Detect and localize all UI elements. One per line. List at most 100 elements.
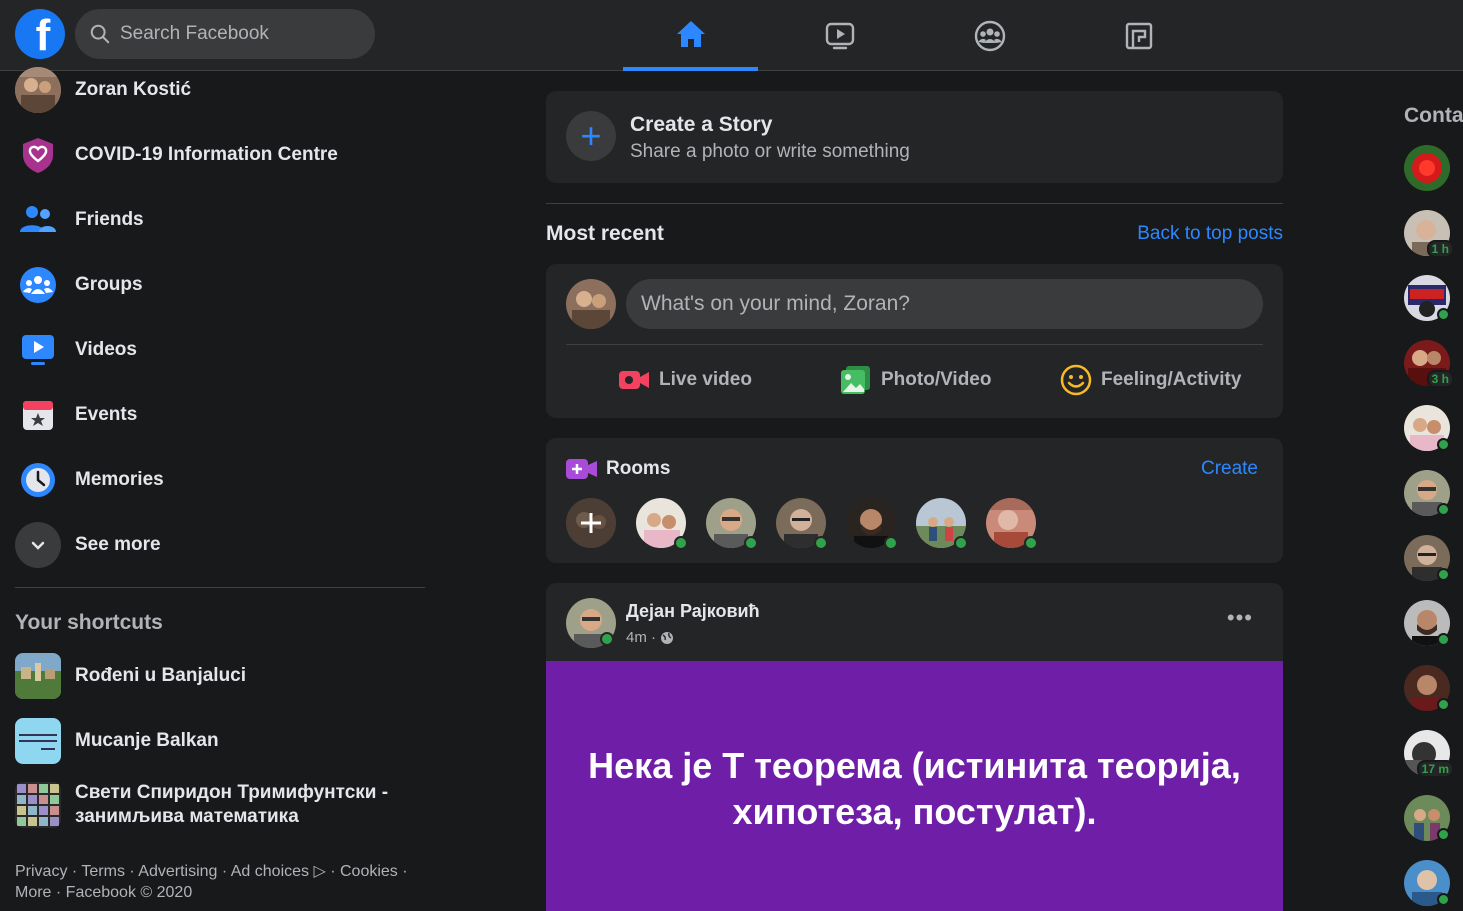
search-input[interactable]: Search Facebook: [75, 9, 375, 59]
composer-divider: [566, 344, 1263, 345]
groups-icon: [974, 20, 1005, 51]
contact-item[interactable]: [1404, 535, 1450, 581]
shortcut-item[interactable]: Rođeni u Banjaluci: [15, 651, 425, 701]
post-text: Нека је Т теорема (истинита теорија, хип…: [588, 745, 1241, 832]
contact-item[interactable]: [1404, 145, 1450, 191]
whats-on-your-mind-input[interactable]: What's on your mind, Zoran?: [626, 279, 1263, 329]
online-indicator: [1437, 828, 1450, 841]
online-indicator: [674, 536, 688, 550]
online-indicator: [744, 536, 758, 550]
top-navigation-bar: f Search Facebook: [0, 0, 1463, 71]
profile-avatar: [15, 67, 61, 113]
story-title: Create a Story: [630, 113, 773, 136]
post-options-icon[interactable]: •••: [1227, 605, 1253, 631]
search-placeholder: Search Facebook: [120, 23, 269, 44]
tab-watch[interactable]: [772, 0, 907, 71]
sidebar-item-events[interactable]: Events: [15, 390, 425, 440]
events-icon: [15, 392, 61, 438]
post-author-name[interactable]: Дејан Рајковић: [626, 601, 760, 622]
shortcut-image: [15, 653, 61, 699]
feeling-activity-button[interactable]: Feeling/Activity: [1060, 362, 1241, 398]
contact-item[interactable]: [1404, 405, 1450, 451]
contact-item[interactable]: [1404, 600, 1450, 646]
shortcut-label: Свети Спиридон Тримифунтски - занимљива …: [75, 782, 389, 827]
watch-icon: [825, 22, 854, 49]
sidebar-item-groups[interactable]: Groups: [15, 260, 425, 310]
tab-home[interactable]: [623, 0, 758, 71]
contact-item[interactable]: [1404, 470, 1450, 516]
contact-item[interactable]: 3 h: [1404, 340, 1454, 388]
rooms-icon: [566, 459, 597, 479]
contact-item[interactable]: [1404, 665, 1450, 711]
shortcut-item[interactable]: Mucanje Balkan: [15, 716, 425, 766]
create-story-card[interactable]: + Create a Story Share a photo or write …: [546, 91, 1283, 183]
online-indicator: [954, 536, 968, 550]
shortcut-label: Mucanje Balkan: [75, 730, 219, 751]
room-friend-avatar[interactable]: [846, 498, 898, 550]
room-friend-avatar[interactable]: [706, 498, 758, 550]
photo-icon: [841, 366, 870, 394]
live-video-button[interactable]: Live video: [618, 362, 752, 398]
sidebar-item-label: COVID-19 Information Centre: [75, 144, 338, 165]
smiley-icon: [1060, 364, 1092, 396]
contact-item[interactable]: 17 m: [1404, 730, 1454, 778]
room-friend-avatar[interactable]: [916, 498, 968, 550]
create-room-button[interactable]: [566, 498, 616, 548]
photo-video-button[interactable]: Photo/Video: [840, 362, 991, 398]
sidebar-item-see-more[interactable]: See more: [15, 520, 425, 570]
shortcuts-title: Your shortcuts: [15, 611, 163, 634]
sidebar-item-label: Videos: [75, 339, 137, 360]
covid-shield-icon: [15, 132, 61, 178]
user-avatar[interactable]: [566, 279, 616, 329]
sidebar-item-memories[interactable]: Memories: [15, 455, 425, 505]
gaming-icon: [1125, 22, 1152, 49]
contact-item[interactable]: [1404, 860, 1450, 906]
online-indicator: [884, 536, 898, 550]
live-video-label: Live video: [659, 369, 752, 390]
tab-gaming[interactable]: [1071, 0, 1206, 71]
contacts-title: Contacts: [1404, 104, 1463, 127]
tab-groups[interactable]: [922, 0, 1057, 71]
shortcut-item[interactable]: Свети Спиридон Тримифунтски - занимљива …: [15, 775, 425, 835]
room-friend-avatar[interactable]: [776, 498, 828, 550]
sidebar-divider: [15, 587, 425, 588]
footer-links[interactable]: Privacy · Terms · Advertising · Ad choic…: [15, 861, 425, 903]
facebook-logo[interactable]: f: [15, 9, 65, 59]
sidebar-item-covid[interactable]: COVID-19 Information Centre: [15, 130, 425, 180]
globe-icon: [661, 631, 673, 644]
rooms-create-link[interactable]: Create: [1201, 458, 1258, 480]
post-time[interactable]: 4m ·: [626, 629, 656, 646]
live-video-icon: [619, 371, 649, 389]
post-composer: What's on your mind, Zoran? Live video P…: [546, 264, 1283, 418]
sidebar-item-label: See more: [75, 534, 161, 555]
sidebar-item-videos[interactable]: Videos: [15, 325, 425, 375]
back-to-top-posts-link[interactable]: Back to top posts: [1137, 223, 1283, 245]
shortcut-image: [15, 718, 61, 764]
sidebar-item-label: Zoran Kostić: [75, 79, 192, 100]
search-icon: [90, 24, 110, 44]
contact-last-active: 3 h: [1426, 370, 1454, 388]
videos-icon: [15, 327, 61, 373]
contact-item[interactable]: 1 h: [1404, 210, 1454, 258]
online-indicator: [814, 536, 828, 550]
online-indicator: [1437, 503, 1450, 516]
online-indicator: [1437, 633, 1450, 646]
rooms-title: Rooms: [606, 458, 671, 479]
contact-item[interactable]: [1404, 275, 1450, 321]
sidebar-item-profile[interactable]: Zoran Kostić: [15, 65, 425, 115]
rooms-card: Rooms Create: [546, 438, 1283, 563]
post-meta: 4m ·: [626, 629, 674, 646]
room-friend-avatar[interactable]: [986, 498, 1038, 550]
room-friend-avatar[interactable]: [636, 498, 688, 550]
contact-item[interactable]: [1404, 795, 1450, 841]
home-icon: [676, 20, 705, 47]
sidebar-item-friends[interactable]: Friends: [15, 195, 425, 245]
groups-icon: [15, 262, 61, 308]
sidebar-item-label: Events: [75, 404, 138, 425]
friends-icon: [15, 197, 61, 243]
feed-divider: [546, 203, 1283, 204]
online-indicator: [1437, 308, 1450, 321]
online-indicator: [1024, 536, 1038, 550]
online-indicator: [1437, 893, 1450, 906]
most-recent-heading: Most recent: [546, 222, 664, 245]
